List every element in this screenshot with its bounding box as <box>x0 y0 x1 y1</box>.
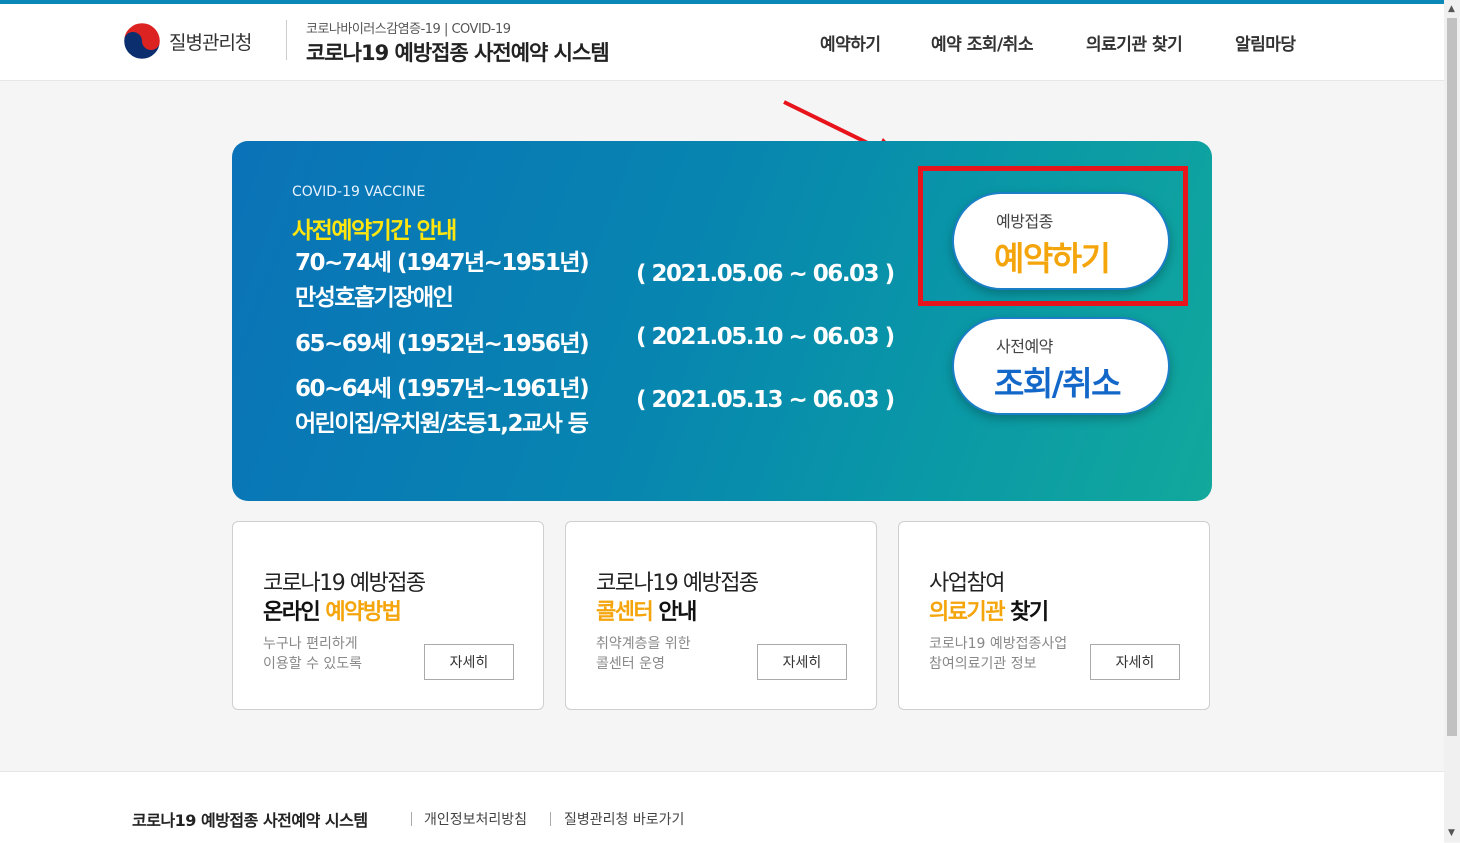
period-60-64: ( 2021.05.13 ~ 06.03 ) <box>636 387 895 413</box>
nav-lookup-cancel[interactable]: 예약 조회/취소 <box>931 30 1033 55</box>
age-group-70-74: 70~74세 (1947년~1951년) <box>295 250 590 276</box>
chronic-respiratory-group: 만성호흡기장애인 <box>295 285 454 311</box>
scroll-up-icon[interactable]: ▲ <box>1448 4 1455 14</box>
card-desc-line2: 콜센터 운영 <box>596 656 665 672</box>
card-title-part1: 의료기관 <box>929 600 1005 625</box>
card-title-line1: 코로나19 예방접종 <box>596 571 759 596</box>
card-desc-line1: 누구나 편리하게 <box>263 636 358 652</box>
card-desc-line1: 취약계층을 위한 <box>596 636 691 652</box>
agency-logo[interactable]: 질병관리청 <box>123 22 252 60</box>
header-subtitle: 코로나바이러스감염증-19 | COVID-19 <box>306 22 511 37</box>
agency-name: 질병관리청 <box>169 31 252 54</box>
card-title-part2: 예약방법 <box>325 600 401 625</box>
period-70-74: ( 2021.05.06 ~ 06.03 ) <box>636 261 895 287</box>
footer-separator <box>411 812 412 826</box>
find-hospital-detail-button[interactable]: 자세히 <box>1090 644 1180 680</box>
lookup-button-label: 조회/취소 <box>994 364 1122 403</box>
footer-separator <box>550 812 551 826</box>
nav-find-hospital[interactable]: 의료기관 찾기 <box>1086 30 1183 55</box>
banner-heading: 사전예약기간 안내 <box>292 218 457 244</box>
reserve-button-caption: 예방접종 <box>996 212 1053 231</box>
card-desc-line2: 이용할 수 있도록 <box>263 656 363 672</box>
site-title[interactable]: 코로나19 예방접종 사전예약 시스템 <box>306 37 610 67</box>
card-title-line1: 사업참여 <box>929 571 1005 596</box>
call-center-detail-button[interactable]: 자세히 <box>757 644 847 680</box>
nav-reserve[interactable]: 예약하기 <box>820 30 881 55</box>
scroll-down-icon[interactable]: ▼ <box>1448 828 1455 838</box>
teachers-group: 어린이집/유치원/초등1,2교사 등 <box>295 411 589 437</box>
online-reservation-detail-button[interactable]: 자세히 <box>424 644 514 680</box>
footer-title: 코로나19 예방접종 사전예약 시스템 <box>132 811 368 830</box>
header-divider <box>286 20 287 60</box>
vertical-scrollbar[interactable]: ▲ ▼ <box>1444 0 1460 842</box>
card-title-part2: 찾기 <box>1003 600 1049 625</box>
kdca-homepage-link[interactable]: 질병관리청 바로가기 <box>564 809 684 829</box>
reserve-button-label: 예약하기 <box>994 239 1111 278</box>
site-footer: 코로나19 예방접종 사전예약 시스템 개인정보처리방침 질병관리청 바로가기 <box>0 771 1444 843</box>
card-desc-line1: 코로나19 예방접종사업 <box>929 636 1068 652</box>
online-reservation-card: 코로나19 예방접종 온라인 예약방법 누구나 편리하게 이용할 수 있도록 자… <box>232 521 544 710</box>
lookup-button-caption: 사전예약 <box>996 337 1053 356</box>
card-title-part2: 안내 <box>652 600 697 625</box>
card-title-part1: 콜센터 <box>596 600 654 625</box>
scrollbar-thumb[interactable] <box>1447 18 1457 736</box>
card-desc-line2: 참여의료기관 정보 <box>929 656 1037 672</box>
reserve-button[interactable]: 예방접종 예약하기 <box>952 192 1170 290</box>
banner-kicker: COVID-19 VACCINE <box>292 184 426 200</box>
call-center-card: 코로나19 예방접종 콜센터 안내 취약계층을 위한 콜센터 운영 자세히 <box>565 521 877 710</box>
nav-notice[interactable]: 알림마당 <box>1235 30 1296 55</box>
age-group-65-69: 65~69세 (1952년~1956년) <box>295 331 590 357</box>
card-title-part1: 온라인 <box>263 600 326 625</box>
card-title-line1: 코로나19 예방접종 <box>263 571 426 596</box>
find-hospital-card: 사업참여 의료기관 찾기 코로나19 예방접종사업 참여의료기관 정보 자세히 <box>898 521 1210 710</box>
lookup-cancel-button[interactable]: 사전예약 조회/취소 <box>952 317 1170 415</box>
taegeuk-logo-icon <box>123 22 161 60</box>
privacy-policy-link[interactable]: 개인정보처리방침 <box>424 809 527 829</box>
age-group-60-64: 60~64세 (1957년~1961년) <box>295 376 590 402</box>
period-65-69: ( 2021.05.10 ~ 06.03 ) <box>636 324 895 350</box>
site-header: 질병관리청 코로나바이러스감염증-19 | COVID-19 코로나19 예방접… <box>0 4 1444 81</box>
